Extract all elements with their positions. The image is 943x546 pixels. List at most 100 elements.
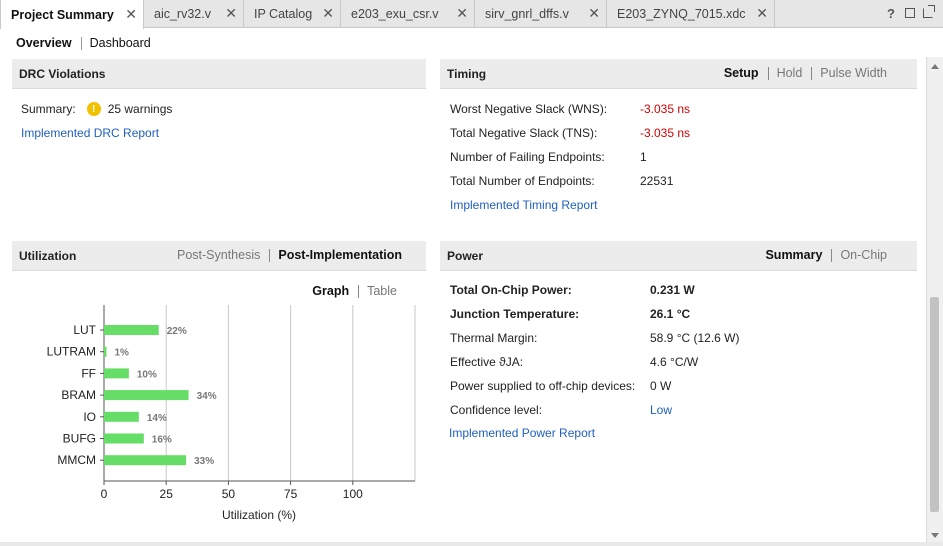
bar-value-label: 22% bbox=[167, 326, 187, 337]
timing-row-tns: Total Negative Slack (TNS): -3.035 ns bbox=[450, 126, 690, 140]
summary-subtabs: Overview Dashboard bbox=[0, 30, 151, 56]
utilization-chart: LUT 22% LUTRAM 1% FF 10% BRAM 34% IO 14% BUFG 16% MM… bbox=[47, 305, 416, 522]
x-tick-label: 50 bbox=[222, 487, 236, 501]
subtab-dashboard[interactable]: Dashboard bbox=[90, 36, 151, 50]
bar-category-label: LUT bbox=[73, 323, 96, 337]
power-row-value: 4.6 °C/W bbox=[650, 355, 699, 369]
bar-value-label: 34% bbox=[197, 391, 217, 402]
drc-summary-value[interactable]: 25 warnings bbox=[108, 102, 173, 116]
scroll-up-icon[interactable] bbox=[931, 64, 939, 69]
tab-label: sirv_gnrl_dffs.v bbox=[485, 6, 569, 21]
power-panel-header: Power Summary On-Chip bbox=[440, 241, 917, 271]
power-row-value: 0.231 W bbox=[650, 283, 695, 297]
power-report-link[interactable]: Implemented Power Report bbox=[449, 426, 595, 440]
tab-ip-catalog[interactable]: IP Catalog ✕ bbox=[244, 0, 341, 27]
power-row-label: Power supplied to off-chip devices: bbox=[450, 379, 636, 393]
timing-view-pulse-width[interactable]: Pulse Width bbox=[820, 66, 887, 80]
x-tick-label: 0 bbox=[101, 487, 108, 501]
utilization-bar bbox=[104, 325, 159, 335]
utilization-bar bbox=[104, 455, 187, 466]
timing-row-value[interactable]: -3.035 ns bbox=[640, 102, 690, 116]
tab-label: aic_rv32.v bbox=[154, 6, 211, 21]
divider bbox=[811, 66, 813, 80]
bar-value-label: 16% bbox=[152, 435, 172, 446]
scrollbar-thumb[interactable] bbox=[930, 297, 939, 512]
close-icon[interactable]: ✕ bbox=[125, 6, 137, 23]
bottom-edge bbox=[0, 542, 943, 546]
power-row-label: Junction Temperature: bbox=[450, 307, 580, 321]
bar-category-label: BRAM bbox=[61, 388, 96, 402]
timing-row-value: 22531 bbox=[640, 174, 674, 188]
timing-row-total-endpoints: Total Number of Endpoints: 22531 bbox=[450, 174, 673, 188]
warning-icon: ! bbox=[86, 102, 101, 116]
power-row-value: 0 W bbox=[650, 379, 672, 393]
bar-category-label: LUTRAM bbox=[47, 345, 96, 359]
close-icon[interactable]: ✕ bbox=[588, 5, 600, 22]
power-row-value: 58.9 °C (12.6 W) bbox=[650, 331, 740, 345]
bar-value-label: 10% bbox=[137, 369, 157, 380]
timing-panel-header: Timing Setup Hold Pulse Width bbox=[440, 59, 917, 89]
close-icon[interactable]: ✕ bbox=[756, 5, 768, 22]
drc-panel-title: DRC Violations bbox=[19, 66, 106, 81]
power-row-total: Total On-Chip Power: 0.231 W bbox=[450, 283, 695, 297]
bar-category-label: BUFG bbox=[63, 432, 96, 446]
tab-label: Project Summary bbox=[11, 7, 114, 22]
tab-toolbar: ? bbox=[885, 5, 935, 21]
summary-content: DRC Violations Summary: ! 25 warnings Im… bbox=[0, 57, 925, 546]
timing-view-hold[interactable]: Hold bbox=[777, 66, 803, 80]
scroll-down-icon[interactable] bbox=[931, 533, 939, 538]
tab-e203-exu-csr[interactable]: e203_exu_csr.v ✕ bbox=[341, 0, 475, 27]
timing-row-value[interactable]: -3.035 ns bbox=[640, 126, 690, 140]
power-row-label: Confidence level: bbox=[450, 403, 543, 417]
timing-view-switch: Setup Hold Pulse Width bbox=[724, 66, 887, 80]
timing-view-setup[interactable]: Setup bbox=[724, 66, 759, 80]
maximize-icon[interactable] bbox=[905, 8, 915, 18]
float-window-icon[interactable] bbox=[923, 5, 935, 18]
power-view-on-chip[interactable]: On-Chip bbox=[840, 248, 887, 262]
tab-sirv-gnrl-dffs[interactable]: sirv_gnrl_dffs.v ✕ bbox=[475, 0, 607, 27]
drc-summary-label: Summary: bbox=[21, 102, 76, 116]
bar-value-label: 14% bbox=[147, 413, 167, 424]
vertical-scrollbar[interactable] bbox=[926, 57, 943, 546]
close-icon[interactable]: ✕ bbox=[322, 5, 334, 22]
timing-row-label: Number of Failing Endpoints: bbox=[450, 150, 605, 164]
power-row-value: 26.1 °C bbox=[650, 307, 691, 321]
divider bbox=[831, 248, 833, 262]
power-panel: Power Summary On-Chip Total On-Chip Powe… bbox=[440, 241, 917, 541]
bar-category-label: FF bbox=[81, 366, 96, 380]
power-row-thermal-margin: Thermal Margin: 58.9 °C (12.6 W) bbox=[450, 331, 740, 345]
drc-summary: Summary: ! 25 warnings bbox=[21, 102, 172, 116]
power-row-label: Thermal Margin: bbox=[450, 331, 538, 345]
tab-project-summary[interactable]: Project Summary ✕ bbox=[0, 0, 144, 29]
bar-value-label: 33% bbox=[194, 456, 214, 467]
tab-aic-rv32[interactable]: aic_rv32.v ✕ bbox=[144, 0, 244, 27]
utilization-bar bbox=[104, 368, 129, 379]
power-panel-title: Power bbox=[447, 248, 484, 263]
drc-report-link[interactable]: Implemented DRC Report bbox=[21, 126, 159, 140]
tab-e203-zynq-xdc[interactable]: E203_ZYNQ_7015.xdc ✕ bbox=[607, 0, 775, 27]
timing-row-label: Worst Negative Slack (WNS): bbox=[450, 102, 608, 116]
tab-label: e203_exu_csr.v bbox=[351, 6, 439, 21]
timing-report-link[interactable]: Implemented Timing Report bbox=[450, 198, 597, 212]
drc-panel: DRC Violations Summary: ! 25 warnings Im… bbox=[12, 59, 426, 229]
timing-row-label: Total Negative Slack (TNS): bbox=[450, 126, 598, 140]
subtab-overview[interactable]: Overview bbox=[16, 36, 72, 50]
close-icon[interactable]: ✕ bbox=[225, 5, 237, 22]
power-view-summary[interactable]: Summary bbox=[765, 248, 822, 262]
help-icon[interactable]: ? bbox=[885, 6, 897, 21]
timing-panel-title: Timing bbox=[447, 66, 487, 81]
timing-row-label: Total Number of Endpoints: bbox=[450, 174, 595, 188]
timing-row-failing-endpoints: Number of Failing Endpoints: 1 bbox=[450, 150, 647, 164]
x-axis-title: Utilization (%) bbox=[222, 508, 296, 522]
editor-tab-bar: Project Summary ✕ aic_rv32.v ✕ IP Catalo… bbox=[0, 0, 943, 29]
drc-panel-header: DRC Violations bbox=[12, 59, 426, 89]
bar-category-label: MMCM bbox=[57, 453, 96, 467]
utilization-bar bbox=[104, 346, 107, 357]
utilization-bar bbox=[104, 411, 139, 422]
bar-category-label: IO bbox=[83, 410, 96, 424]
timing-row-value: 1 bbox=[640, 150, 647, 164]
x-tick-label: 75 bbox=[284, 487, 298, 501]
close-icon[interactable]: ✕ bbox=[456, 5, 468, 22]
timing-row-wns: Worst Negative Slack (WNS): -3.035 ns bbox=[450, 102, 690, 116]
power-confidence-link[interactable]: Low bbox=[650, 403, 672, 417]
